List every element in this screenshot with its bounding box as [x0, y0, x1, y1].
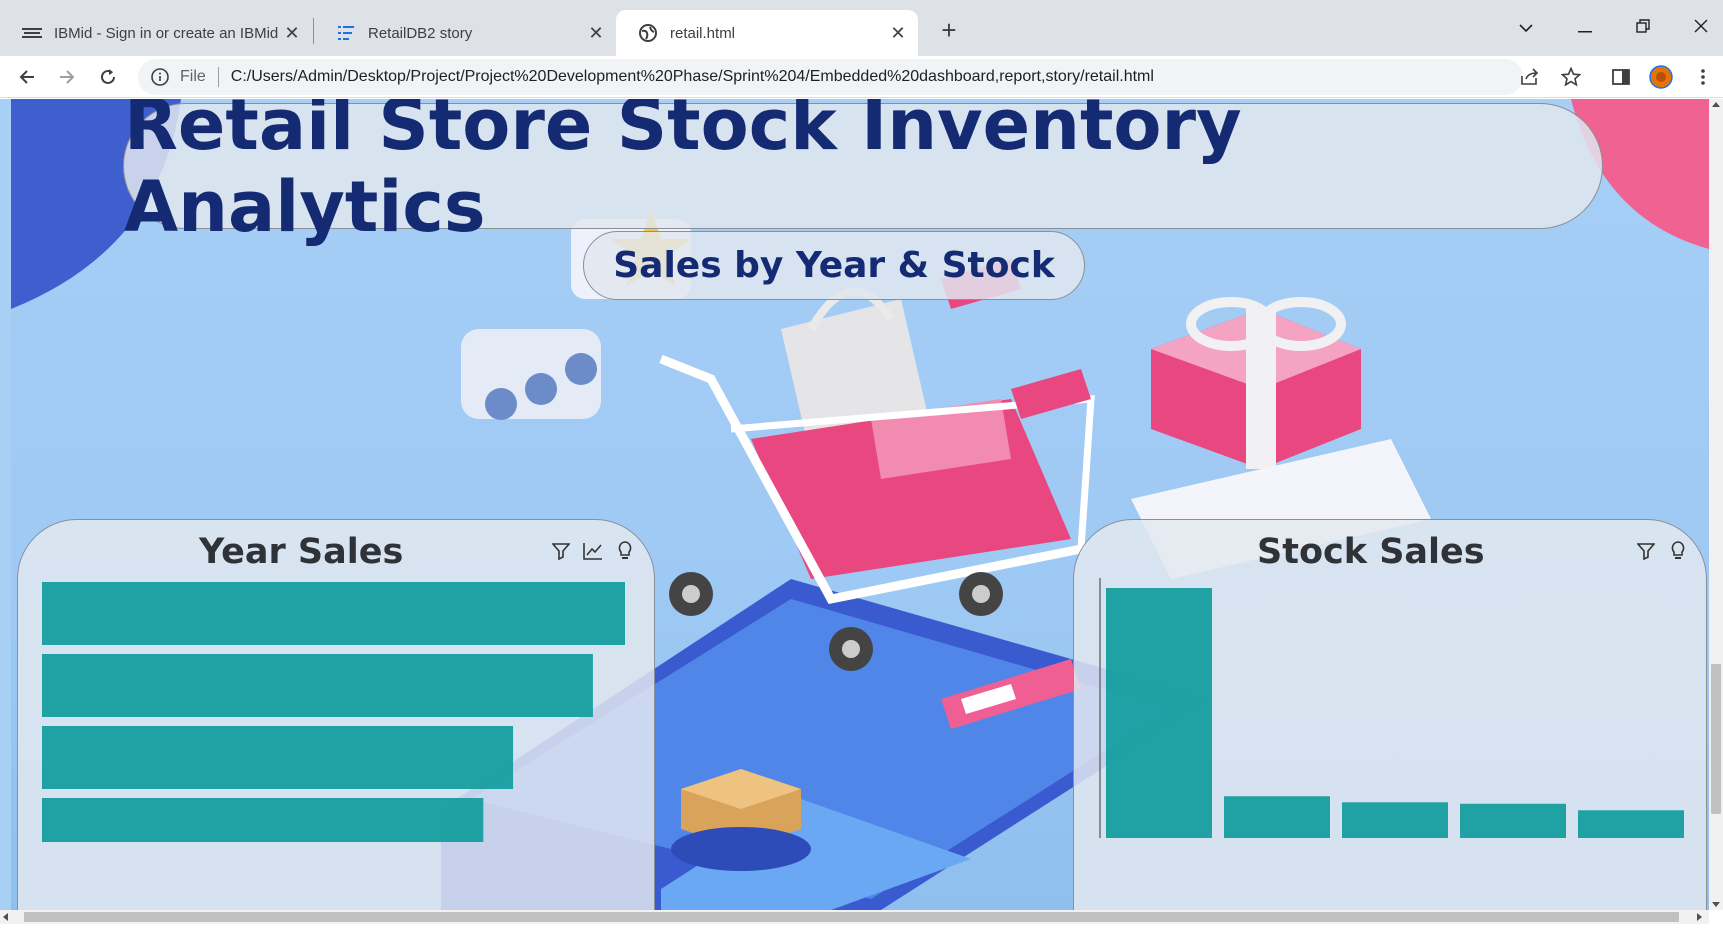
panel-toolbar: [1635, 540, 1689, 562]
tab-ibmid[interactable]: IBMid - Sign in or create an IBMid ✕: [0, 10, 312, 56]
address-scheme: File: [180, 68, 206, 85]
address-url[interactable]: C:/Users/Admin/Desktop/Project/Project%2…: [231, 68, 1154, 86]
year-sales-bar[interactable]: [42, 798, 484, 842]
stock-sales-bar[interactable]: [1578, 810, 1684, 838]
tab-title: retail.html: [670, 24, 736, 42]
back-button[interactable]: [11, 61, 43, 93]
close-icon[interactable]: ✕: [586, 23, 606, 43]
side-panel-icon[interactable]: [1605, 61, 1637, 93]
lightbulb-icon[interactable]: [1667, 540, 1689, 562]
stock-sales-bar[interactable]: [1460, 803, 1566, 838]
tab-retail-html[interactable]: retail.html ✕: [616, 10, 918, 56]
stock-sales-panel: Stock Sales: [1073, 519, 1707, 910]
address-bar[interactable]: File C:/Users/Admin/Desktop/Project/Proj…: [138, 59, 1523, 95]
filter-icon[interactable]: [550, 540, 572, 562]
page-title-banner: Retail Store Stock Inventory Analytics: [123, 99, 1603, 248]
menu-kebab-icon[interactable]: [1687, 61, 1719, 93]
profile-avatar[interactable]: [1645, 61, 1677, 93]
tab-retaildb2-story[interactable]: RetailDB2 story ✕: [314, 10, 616, 56]
bookmark-star-icon[interactable]: [1555, 61, 1587, 93]
horizontal-scrollbar[interactable]: [0, 910, 1709, 924]
address-divider: [217, 67, 219, 87]
year-sales-chart: [42, 582, 625, 842]
page-title: Retail Store Stock Inventory Analytics: [124, 99, 1242, 248]
browser-tab-strip: IBMid - Sign in or create an IBMid ✕ Ret…: [0, 0, 1723, 56]
share-icon[interactable]: [1514, 61, 1546, 93]
cognos-favicon-icon: [336, 23, 356, 43]
window-bottom-edge: [0, 924, 1723, 934]
tab-search-chevron-icon[interactable]: [1506, 12, 1546, 42]
vertical-scrollbar[interactable]: [1709, 99, 1723, 910]
browser-toolbar: File C:/Users/Admin/Desktop/Project/Proj…: [0, 56, 1723, 98]
close-icon[interactable]: ✕: [282, 23, 302, 43]
restore-button[interactable]: [1623, 12, 1663, 42]
panel-toolbar: [550, 540, 636, 562]
globe-icon: [638, 23, 658, 43]
year-sales-bar[interactable]: [42, 582, 625, 645]
stock-sales-bar[interactable]: [1224, 796, 1330, 838]
minimize-button[interactable]: [1565, 12, 1605, 42]
panel-title: Stock Sales: [1257, 532, 1485, 572]
stock-sales-bar[interactable]: [1106, 588, 1212, 838]
year-sales-bar[interactable]: [42, 654, 593, 717]
subtitle-banner: Sales by Year & Stock: [583, 231, 1085, 300]
new-tab-button[interactable]: +: [934, 16, 964, 46]
year-sales-bar[interactable]: [42, 726, 514, 789]
stock-sales-chart: [1099, 578, 1684, 838]
ibm-favicon-icon: [22, 23, 42, 43]
close-window-button[interactable]: [1681, 12, 1721, 42]
close-icon[interactable]: ✕: [888, 23, 908, 43]
insights-chart-icon[interactable]: [582, 540, 604, 562]
reload-button[interactable]: [92, 61, 124, 93]
info-icon[interactable]: [150, 67, 170, 87]
stock-sales-bar[interactable]: [1342, 802, 1448, 838]
year-sales-panel: Year Sales: [17, 519, 655, 910]
tab-title: IBMid - Sign in or create an IBMid: [54, 24, 279, 42]
filter-icon[interactable]: [1635, 540, 1657, 562]
panel-title: Year Sales: [199, 532, 404, 572]
forward-button[interactable]: [51, 61, 83, 93]
page-viewport: Retail Store Stock Inventory Analytics S…: [0, 99, 1723, 910]
tab-title: RetailDB2 story: [368, 24, 473, 42]
page-subtitle: Sales by Year & Stock: [613, 245, 1055, 286]
lightbulb-icon[interactable]: [614, 540, 636, 562]
